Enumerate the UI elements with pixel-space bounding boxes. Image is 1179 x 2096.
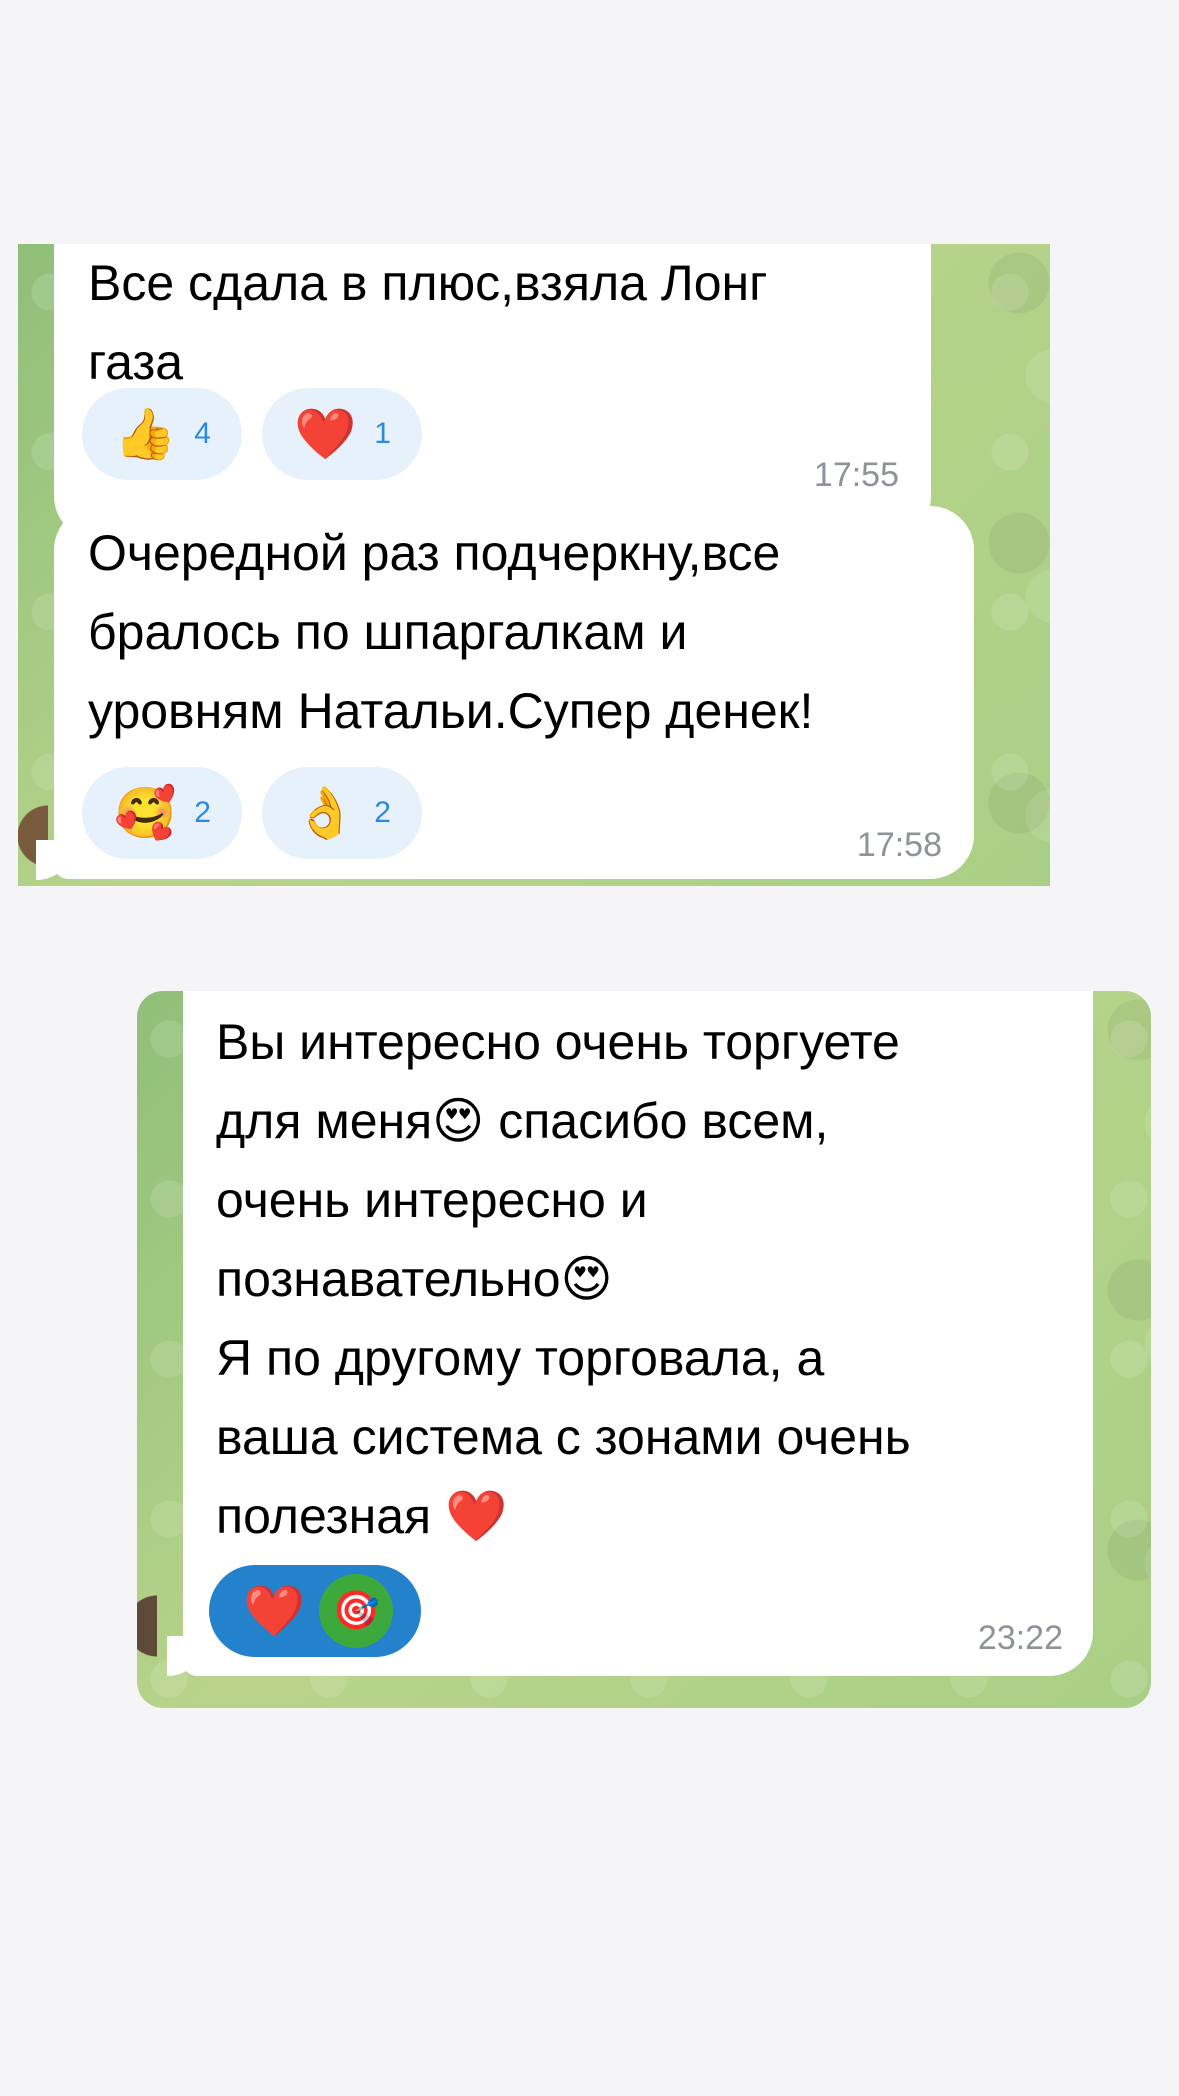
sender-avatar	[137, 1586, 157, 1666]
message-bubble[interactable]: Очередной раз подчеркну,все бралось по ш…	[54, 506, 974, 879]
chat-screenshot-2: Вы интересно очень торгуете для меня😍 сп…	[137, 991, 1151, 1708]
message-text: Очередной раз подчеркну,все бралось по ш…	[88, 525, 814, 739]
reaction-count: 1	[374, 417, 391, 450]
message-bubble[interactable]: Вы интересно очень торгуете для меня😍 сп…	[183, 991, 1093, 1676]
reaction-ok-hand[interactable]: 👌 2	[262, 767, 422, 859]
reaction-count: 2	[374, 796, 391, 829]
reaction-count: 4	[194, 417, 211, 450]
reaction-heart-selected[interactable]: ❤️ 🎯	[209, 1565, 421, 1657]
thumbs-up-icon: 👍	[114, 406, 177, 462]
target-icon: 🎯	[332, 1590, 380, 1632]
reactor-avatar: 🎯	[319, 1574, 394, 1648]
reactions-bar: 👍 4 ❤️ 1	[82, 388, 422, 480]
message-time: 23:22	[977, 1619, 1063, 1657]
reaction-heart[interactable]: ❤️ 1	[262, 388, 422, 480]
reaction-count: 2	[194, 796, 211, 829]
reactions-bar: ❤️ 🎯	[209, 1565, 421, 1657]
ok-hand-icon: 👌	[294, 785, 357, 841]
reaction-thumbs-up[interactable]: 👍 4	[82, 388, 242, 480]
heart-icon: ❤️	[243, 1583, 306, 1639]
message-time: 17:58	[856, 826, 942, 864]
message-text: Все сдала в плюс,взяла Лонг газа	[88, 255, 768, 390]
reactions-bar: 🥰 2 👌 2	[82, 767, 422, 859]
chat-screenshot-1: Все сдала в плюс,взяла Лонг газа 👍 4 ❤️ …	[18, 244, 1050, 886]
message-time: 17:55	[813, 456, 899, 494]
smiling-face-with-hearts-icon: 🥰	[114, 785, 177, 841]
message-bubble[interactable]: Все сдала в плюс,взяла Лонг газа 👍 4 ❤️ …	[54, 244, 931, 540]
reaction-smiling-hearts[interactable]: 🥰 2	[82, 767, 242, 859]
message-text: Вы интересно очень торгуете для меня😍 сп…	[216, 1014, 911, 1544]
heart-icon: ❤️	[294, 406, 357, 462]
